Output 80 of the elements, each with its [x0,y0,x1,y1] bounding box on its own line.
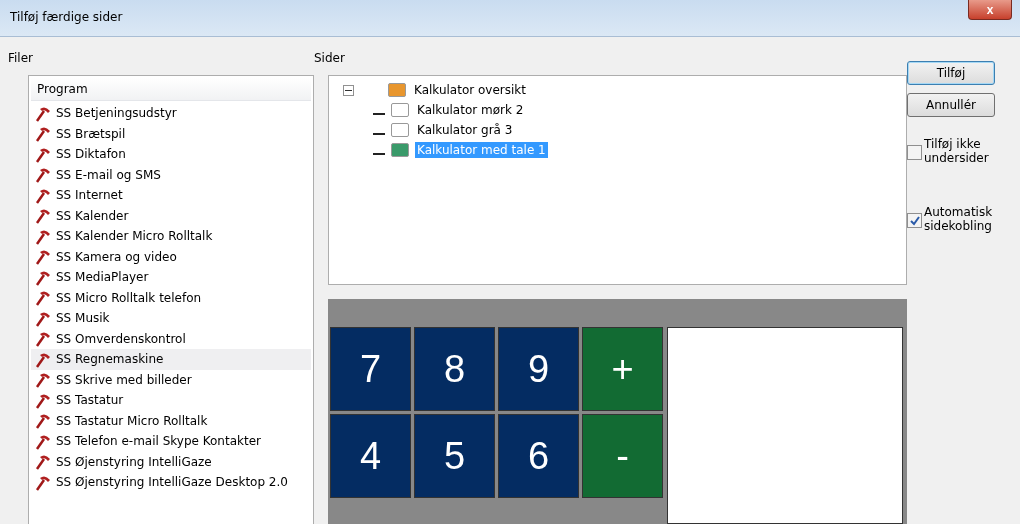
program-item[interactable]: SS Diktafon [31,144,311,165]
program-name: SS MediaPlayer [56,270,149,285]
program-name: SS Kamera og video [56,249,177,264]
program-item[interactable]: SS Brætspil [31,123,311,144]
calculator-key: + [582,327,663,411]
program-item[interactable]: SS Omverdenskontrol [31,328,311,349]
program-item[interactable]: SS E-mail og SMS [31,164,311,185]
hammer-icon [35,432,52,450]
calculator-key: 8 [414,327,495,411]
pages-label: Sider [314,51,346,67]
dialog-button[interactable]: Tilføj [907,61,995,85]
hammer-icon [35,186,52,204]
program-name: SS Diktafon [56,147,126,162]
calculator-key: 5 [414,414,495,498]
program-item[interactable]: SS Micro Rolltalk telefon [31,287,311,308]
program-name: SS Micro Rolltalk telefon [56,290,202,305]
hammer-icon [35,412,52,430]
hammer-icon [35,268,52,286]
hammer-icon [35,350,52,368]
program-name: SS Øjenstyring IntelliGaze [56,454,212,469]
program-item[interactable]: SS Tastatur Micro Rolltalk [31,410,311,431]
calculator-key: 9 [498,327,579,411]
checkbox[interactable] [907,145,922,160]
close-button[interactable]: x [968,0,1012,20]
program-name: SS Øjenstyring IntelliGaze Desktop 2.0 [56,475,288,490]
program-item[interactable]: SS Kamera og video [31,246,311,267]
hammer-icon [35,473,52,491]
dialog-button[interactable]: Annullér [907,93,995,117]
program-name: SS Skrive med billeder [56,372,192,387]
collapse-toggle[interactable] [343,84,354,96]
calculator-key: 7 [330,327,411,411]
program-item[interactable]: SS Musik [31,308,311,329]
program-item[interactable]: SS Telefon e-mail Skype Kontakter [31,431,311,452]
tree-item[interactable]: Kalkulator mørk 2 [415,102,526,118]
program-item[interactable]: SS Tastatur [31,390,311,411]
hammer-icon [35,145,52,163]
option-label: Automatisk sidekobling [924,205,994,233]
hammer-icon [35,309,52,327]
hammer-icon [35,289,52,307]
hammer-icon [35,248,52,266]
checkmark-icon [909,215,920,226]
program-name: SS Betjeningsudstyr [56,106,177,121]
hammer-icon [35,453,52,471]
hammer-icon [35,330,52,348]
tree-item[interactable]: Kalkulator oversikt [412,82,528,98]
hammer-icon [35,104,52,122]
program-item[interactable]: SS Øjenstyring IntelliGaze [31,451,311,472]
files-label: Filer [8,51,34,67]
program-name: SS Internet [56,188,123,203]
program-item[interactable]: SS Øjenstyring IntelliGaze Desktop 2.0 [31,472,311,493]
calculator-key: 6 [498,414,579,498]
option-label: Tilføj ikke undersider [924,137,990,165]
hammer-icon [35,227,52,245]
hammer-icon [35,125,52,143]
hammer-icon [35,391,52,409]
program-item[interactable]: SS MediaPlayer [31,267,311,288]
program-item[interactable]: SS Betjeningsudstyr [31,103,311,124]
program-item[interactable]: SS Regnemaskine [31,349,311,370]
calculator-key: 4 [330,414,411,498]
program-name: SS Tastatur [56,393,124,408]
program-name: SS Brætspil [56,126,126,141]
program-name: SS Kalender Micro Rolltalk [56,229,213,244]
program-item[interactable]: SS Skrive med billeder [31,369,311,390]
program-name: SS Regnemaskine [56,352,164,367]
hammer-icon [35,207,52,225]
program-name: SS Telefon e-mail Skype Kontakter [56,434,261,449]
calculator-key: - [582,414,663,498]
program-name: SS Omverdenskontrol [56,331,186,346]
program-name: SS Kalender [56,208,129,223]
program-name: SS Tastatur Micro Rolltalk [56,413,208,428]
hammer-icon [35,371,52,389]
program-name: SS Musik [56,311,110,326]
program-item[interactable]: SS Kalender Micro Rolltalk [31,226,311,247]
window-title: Tilføj færdige sider [10,10,123,24]
program-name: SS E-mail og SMS [56,167,161,182]
checkbox[interactable] [907,213,922,228]
tree-item[interactable]: Kalkulator grå 3 [415,122,515,138]
program-item[interactable]: SS Kalender [31,205,311,226]
program-item[interactable]: SS Internet [31,185,311,206]
hammer-icon [35,166,52,184]
